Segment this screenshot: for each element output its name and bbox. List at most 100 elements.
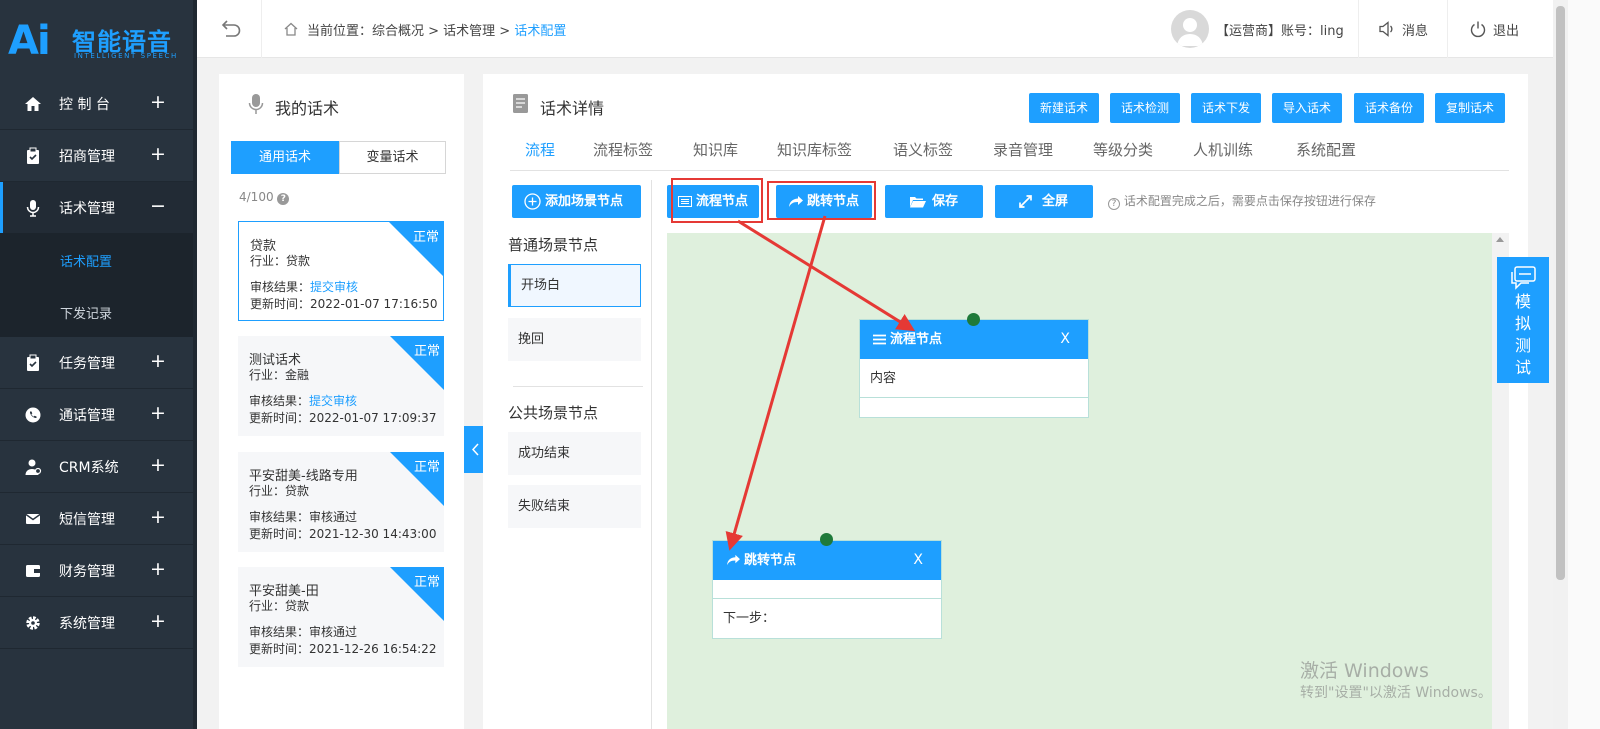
expand-toggle: + — [150, 454, 166, 476]
save-button[interactable]: 保存 — [885, 185, 983, 218]
help-icon[interactable]: ? — [277, 193, 290, 205]
connection-anchor[interactable] — [820, 533, 833, 546]
flow-canvas[interactable] — [667, 233, 1492, 729]
tab-system-config[interactable]: 系统配置 — [1296, 139, 1356, 160]
divider — [1358, 0, 1359, 58]
expand-toggle: + — [150, 402, 166, 424]
script-updated: 更新时间：2021-12-26 16:54:22 — [249, 642, 437, 656]
microphone-icon — [26, 200, 40, 217]
scene-item[interactable]: 挽回 — [508, 318, 641, 361]
expand-toggle: + — [150, 558, 166, 580]
script-card[interactable]: 正常 平安甜美-线路专用 行业：贷款 审核结果：审核通过 更新时间：2021-1… — [238, 452, 444, 552]
jump-node-card[interactable]: 跳转节点 X 下一步： — [712, 540, 942, 639]
script-audit: 审核结果：提交审核 — [249, 392, 357, 409]
document-icon — [513, 94, 528, 113]
logo: Ai 智能语音 INTELLIGENT SPEECH — [8, 18, 188, 64]
chevron-left-icon — [471, 443, 479, 456]
expand-toggle: + — [150, 610, 166, 632]
dispatch-script-button[interactable]: 话术下发 — [1191, 93, 1261, 123]
sidebar-item-tasks[interactable]: 任务管理 + — [0, 337, 193, 389]
check-script-button[interactable]: 话术检测 — [1110, 93, 1180, 123]
microphone-icon — [248, 94, 264, 114]
tab-semantic-tags[interactable]: 语义标签 — [893, 139, 953, 160]
audit-value: 审核通过 — [309, 625, 358, 639]
tab-general-scripts[interactable]: 通用话术 — [231, 141, 339, 174]
wallet-icon — [26, 565, 41, 577]
tab-flow-tags[interactable]: 流程标签 — [593, 139, 653, 160]
copy-script-button[interactable]: 复制话术 — [1435, 93, 1505, 123]
sidebar-item-system[interactable]: 系统管理 + — [0, 597, 193, 649]
save-hint: ? 话术配置完成之后，需要点击保存按钮进行保存 — [1108, 192, 1376, 210]
expand-icon — [1019, 195, 1032, 208]
node-title: 跳转节点 — [744, 553, 797, 568]
sidebar-subitem-dispatch-log[interactable]: 下发记录 — [0, 285, 193, 337]
breadcrumb-current[interactable]: 话术配置 — [514, 24, 566, 39]
mail-icon — [25, 513, 41, 524]
tab-level-classification[interactable]: 等级分类 — [1093, 139, 1153, 160]
tab-flow[interactable]: 流程 — [525, 139, 555, 160]
sidebar-item-crm[interactable]: CRM系统 + — [0, 441, 193, 493]
sidebar-subitem-script-config[interactable]: 话术配置 — [0, 233, 193, 285]
public-scenes-heading: 公共场景节点 — [508, 404, 599, 422]
script-updated: 更新时间：2021-12-30 14:43:00 — [249, 527, 437, 541]
scroll-up-arrow-icon[interactable] — [1496, 237, 1504, 242]
script-card[interactable]: 正常 贷款 行业：贷款 审核结果：提交审核 更新时间：2022-01-07 17… — [238, 221, 444, 321]
tab-training[interactable]: 人机训练 — [1193, 139, 1253, 160]
script-card[interactable]: 正常 平安甜美-田 行业：贷款 审核结果：审核通过 更新时间：2021-12-2… — [238, 567, 444, 667]
logo-ai: Ai — [8, 18, 51, 64]
audit-value: 审核通过 — [309, 510, 358, 524]
logo-subtitle: INTELLIGENT SPEECH — [74, 52, 178, 60]
close-icon[interactable]: X — [913, 541, 923, 580]
sidebar-item-script[interactable]: 话术管理 − — [0, 182, 193, 234]
chat-icon — [1511, 266, 1536, 290]
divider — [261, 0, 262, 58]
backup-script-button[interactable]: 话术备份 — [1354, 93, 1424, 123]
question-circle-icon: ? — [1108, 198, 1120, 210]
tab-variable-scripts[interactable]: 变量话术 — [339, 141, 446, 174]
node-title: 流程节点 — [890, 332, 943, 347]
script-card[interactable]: 正常 测试话术 行业：金融 审核结果：提交审核 更新时间：2022-01-07 … — [238, 336, 444, 436]
page-scrollbar[interactable] — [1553, 0, 1568, 729]
sidebar-item-merchant[interactable]: 招商管理 + — [0, 130, 193, 182]
sidebar-item-label: 控 制 台 — [59, 97, 110, 113]
sidebar-item-dashboard[interactable]: 控 制 台 + — [0, 78, 193, 130]
status-badge: 正常 — [413, 575, 440, 590]
expand-toggle: + — [150, 506, 166, 528]
script-industry: 行业：贷款 — [249, 599, 310, 613]
scene-item[interactable]: 失败结束 — [508, 485, 641, 528]
sidebar-item-finance[interactable]: 财务管理 + — [0, 545, 193, 597]
home-outline-icon — [284, 22, 298, 36]
node-next-step[interactable]: 下一步： — [713, 599, 941, 638]
node-body — [713, 580, 941, 599]
tab-knowledge-base[interactable]: 知识库 — [693, 139, 738, 160]
add-scene-node-button[interactable]: 添加场景节点 — [512, 185, 641, 218]
folder-open-icon — [910, 197, 926, 208]
tab-recordings[interactable]: 录音管理 — [993, 139, 1053, 160]
connection-anchor[interactable] — [967, 313, 980, 326]
audit-link[interactable]: 提交审核 — [309, 394, 357, 408]
back-icon[interactable] — [219, 19, 241, 39]
scrollbar-thumb[interactable] — [1556, 6, 1565, 580]
sidebar-item-label: 话术管理 — [59, 201, 115, 217]
sidebar-item-calls[interactable]: 通话管理 + — [0, 389, 193, 441]
scene-item[interactable]: 开场白 — [508, 264, 641, 307]
flow-node-card[interactable]: 流程节点 X 内容 — [859, 319, 1089, 418]
audit-link[interactable]: 提交审核 — [310, 280, 358, 294]
home-icon — [25, 97, 41, 111]
simulate-test-button[interactable]: 模拟测试 — [1497, 257, 1549, 383]
scene-item[interactable]: 成功结束 — [508, 432, 641, 475]
sidebar-item-label: 财务管理 — [59, 564, 115, 580]
new-script-button[interactable]: 新建话术 — [1029, 93, 1099, 123]
account-label[interactable]: 【运营商】账号：ling — [1216, 20, 1344, 39]
close-icon[interactable]: X — [1060, 320, 1070, 359]
sidebar-subitem-label: 话术配置 — [60, 255, 113, 270]
tab-knowledge-tags[interactable]: 知识库标签 — [777, 139, 852, 160]
fullscreen-button[interactable]: 全屏 — [995, 185, 1093, 218]
sidebar-item-label: 招商管理 — [59, 149, 115, 165]
import-script-button[interactable]: 导入话术 — [1272, 93, 1342, 123]
scene-divider — [513, 386, 643, 387]
node-content[interactable]: 内容 — [860, 359, 1088, 398]
audit-label: 审核结果： — [249, 394, 310, 408]
sidebar-item-sms[interactable]: 短信管理 + — [0, 493, 193, 545]
avatar[interactable] — [1171, 10, 1209, 48]
